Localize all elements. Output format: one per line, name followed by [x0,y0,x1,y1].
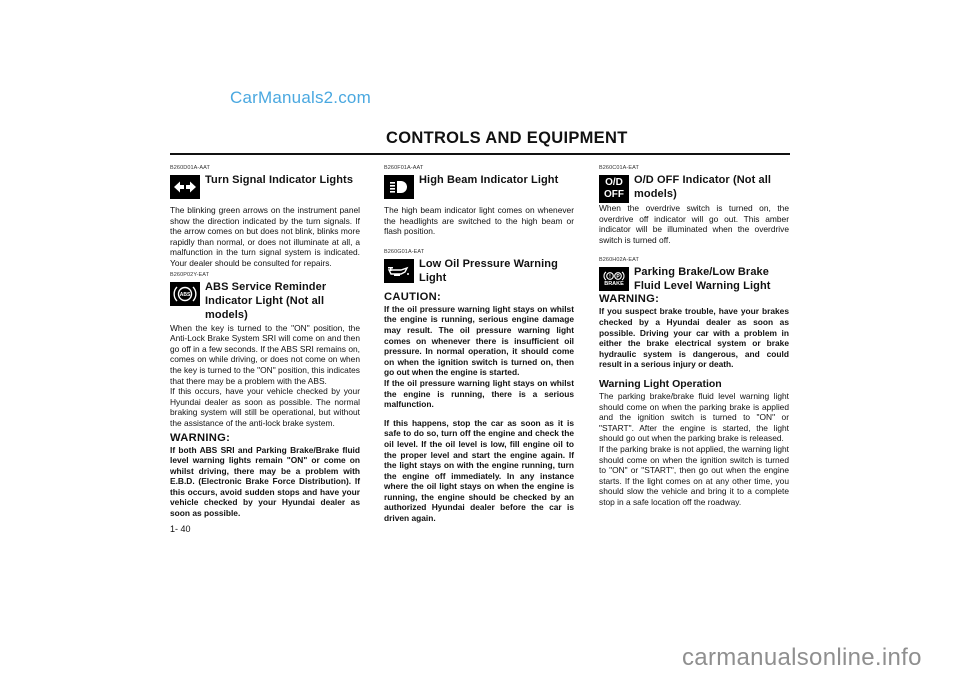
section-body: The parking brake/brake fluid level warn… [599,390,789,444]
column-middle: B260F01A-AAT High Beam Indicator Light T… [384,165,574,524]
od-off-icon-text: OFF [604,189,624,200]
section-header-turn-signal: Turn Signal Indicator Lights [170,173,360,199]
brake-warning-icon: ! P BRAKE [599,267,629,292]
section-title: Low Oil Pressure Warning Light [419,257,558,284]
od-off-icon-text: O/D [605,177,623,188]
section-code: B260G01A-EAT [384,248,425,255]
subheading-warning-light-operation: Warning Light Operation [599,377,722,390]
high-beam-icon [384,175,414,199]
brake-icon-text: BRAKE [604,281,624,288]
header-divider [170,153,790,155]
section-title: O/D OFF Indicator (Not all models) [634,174,772,200]
section-header-oil-pressure: Low Oil Pressure Warning Light [384,257,574,285]
section-body: The blinking green arrows on the instrum… [170,205,360,268]
section-title: Parking Brake/Low Brake Fluid Level Warn… [634,266,771,293]
warning-text: If you suspect brake trouble, have your … [599,306,789,370]
column-left: B260D01A-AAT Turn Signal Indicator Light… [170,165,360,534]
page-number: 1- 40 [170,523,191,534]
svg-text:ABS: ABS [180,292,191,298]
section-code: B260F01A-AAT [384,165,424,171]
section-code: B260C01A-EAT [599,165,639,171]
section-header-parking-brake: ! P BRAKE Parking Brake/Low Brake Fluid … [599,265,789,293]
caution-label: CAUTION: [384,290,442,303]
caution-text: If this happens, stop the car as soon as… [384,417,574,524]
caution-text: If the oil pressure warning light stays … [384,377,574,410]
warning-label: WARNING: [170,431,231,444]
section-header-od-off: O/D OFF O/D OFF Indicator (Not all model… [599,173,789,203]
page-title: CONTROLS AND EQUIPMENT [386,129,628,147]
oil-can-icon [384,258,414,283]
section-body: If this occurs, have your vehicle checke… [170,386,360,428]
watermark-carmanualsonline[interactable]: carmanualsonline.info [682,644,922,672]
caution-text: If the oil pressure warning light stays … [384,303,574,378]
section-header-abs: ABS ABS Service Reminder Indicator Light… [170,280,360,322]
column-right: B260C01A-EAT O/D OFF O/D OFF Indicator (… [599,165,789,507]
od-off-icon: O/D OFF [599,175,629,203]
section-code: B260P02Y-EAT [170,271,210,278]
warning-label: WARNING: [599,293,660,306]
section-title: High Beam Indicator Light [419,174,559,186]
section-header-high-beam: High Beam Indicator Light [384,173,574,199]
abs-icon: ABS [170,281,200,306]
section-title: Turn Signal Indicator Lights [205,174,354,186]
warning-text: If both ABS SRI and Parking Brake/Brake … [170,444,360,519]
section-body: The high beam indicator light comes on w… [384,205,574,237]
section-title: ABS Service Reminder Indicator Light (No… [205,280,327,321]
section-body: When the key is turned to the "ON" posit… [170,322,360,386]
section-body: When the overdrive switch is turned on, … [599,203,789,245]
watermark-carmanuals2[interactable]: CarManuals2.com [230,88,371,108]
section-body: If the parking brake is not applied, the… [599,443,789,507]
section-code: B260D01A-AAT [170,165,210,171]
turn-signal-arrows-icon [170,175,200,199]
section-code: B260H02A-EAT [599,257,639,264]
